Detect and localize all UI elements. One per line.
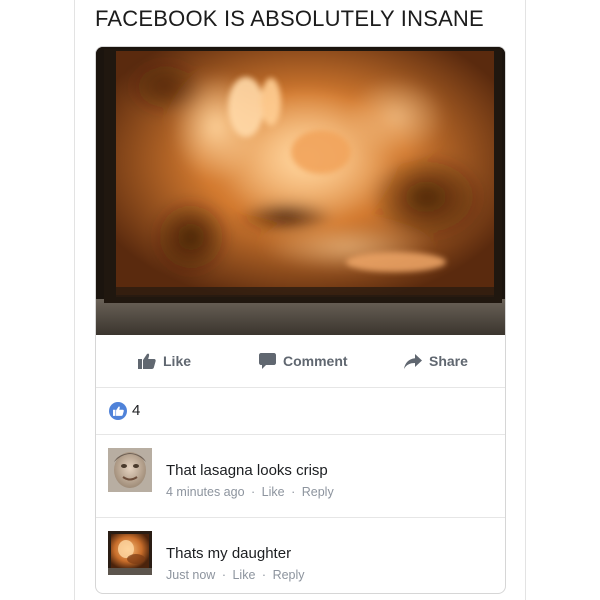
- comment-timestamp: 4 minutes ago: [166, 485, 245, 499]
- commenter-avatar[interactable]: [108, 531, 152, 575]
- share-arrow-icon: [404, 353, 422, 369]
- comment-item: Thats my daughter Just now · Like · Repl…: [96, 518, 505, 593]
- comment-like-link[interactable]: Like: [232, 568, 255, 582]
- ultrasound-image: [96, 47, 505, 335]
- avatar-ultrasound-icon: [108, 531, 152, 575]
- meta-separator: ·: [221, 568, 226, 582]
- comment-reply-link[interactable]: Reply: [273, 568, 305, 582]
- thumbs-up-icon: [138, 353, 156, 369]
- thumbs-up-reaction-icon: [109, 402, 127, 420]
- share-label: Share: [429, 353, 468, 369]
- avatar-face-icon: [108, 448, 152, 492]
- comment-bubble-icon: [259, 353, 276, 369]
- post-action-bar: Like Comment Share: [96, 337, 505, 388]
- comment-reply-link[interactable]: Reply: [302, 485, 334, 499]
- post-photo-ultrasound[interactable]: [96, 47, 505, 335]
- comment-label: Comment: [283, 353, 348, 369]
- meta-separator: ·: [291, 485, 296, 499]
- meme-caption: FACEBOOK IS ABSOLUTELY INSANE: [95, 6, 484, 31]
- comment-like-link[interactable]: Like: [262, 485, 285, 499]
- comment-meta: Just now · Like · Reply: [166, 568, 305, 582]
- like-button[interactable]: Like: [138, 350, 191, 372]
- facebook-post-card: Like Comment Share 4 That lasagna looks …: [95, 46, 506, 594]
- comment-item: That lasagna looks crisp 4 minutes ago ·…: [96, 435, 505, 518]
- comment-timestamp: Just now: [166, 568, 216, 582]
- share-button[interactable]: Share: [404, 350, 468, 372]
- comment-button[interactable]: Comment: [259, 350, 348, 372]
- meta-separator: ·: [261, 568, 267, 582]
- comment-meta: 4 minutes ago · Like · Reply: [166, 485, 334, 499]
- commenter-avatar[interactable]: [108, 448, 152, 492]
- meta-separator: ·: [251, 485, 256, 499]
- reaction-count: 4: [132, 402, 141, 419]
- comment-body: Thats my daughter: [166, 545, 292, 562]
- reactions-summary[interactable]: 4: [96, 388, 505, 435]
- comment-body: That lasagna looks crisp: [166, 462, 328, 479]
- like-label: Like: [163, 353, 192, 369]
